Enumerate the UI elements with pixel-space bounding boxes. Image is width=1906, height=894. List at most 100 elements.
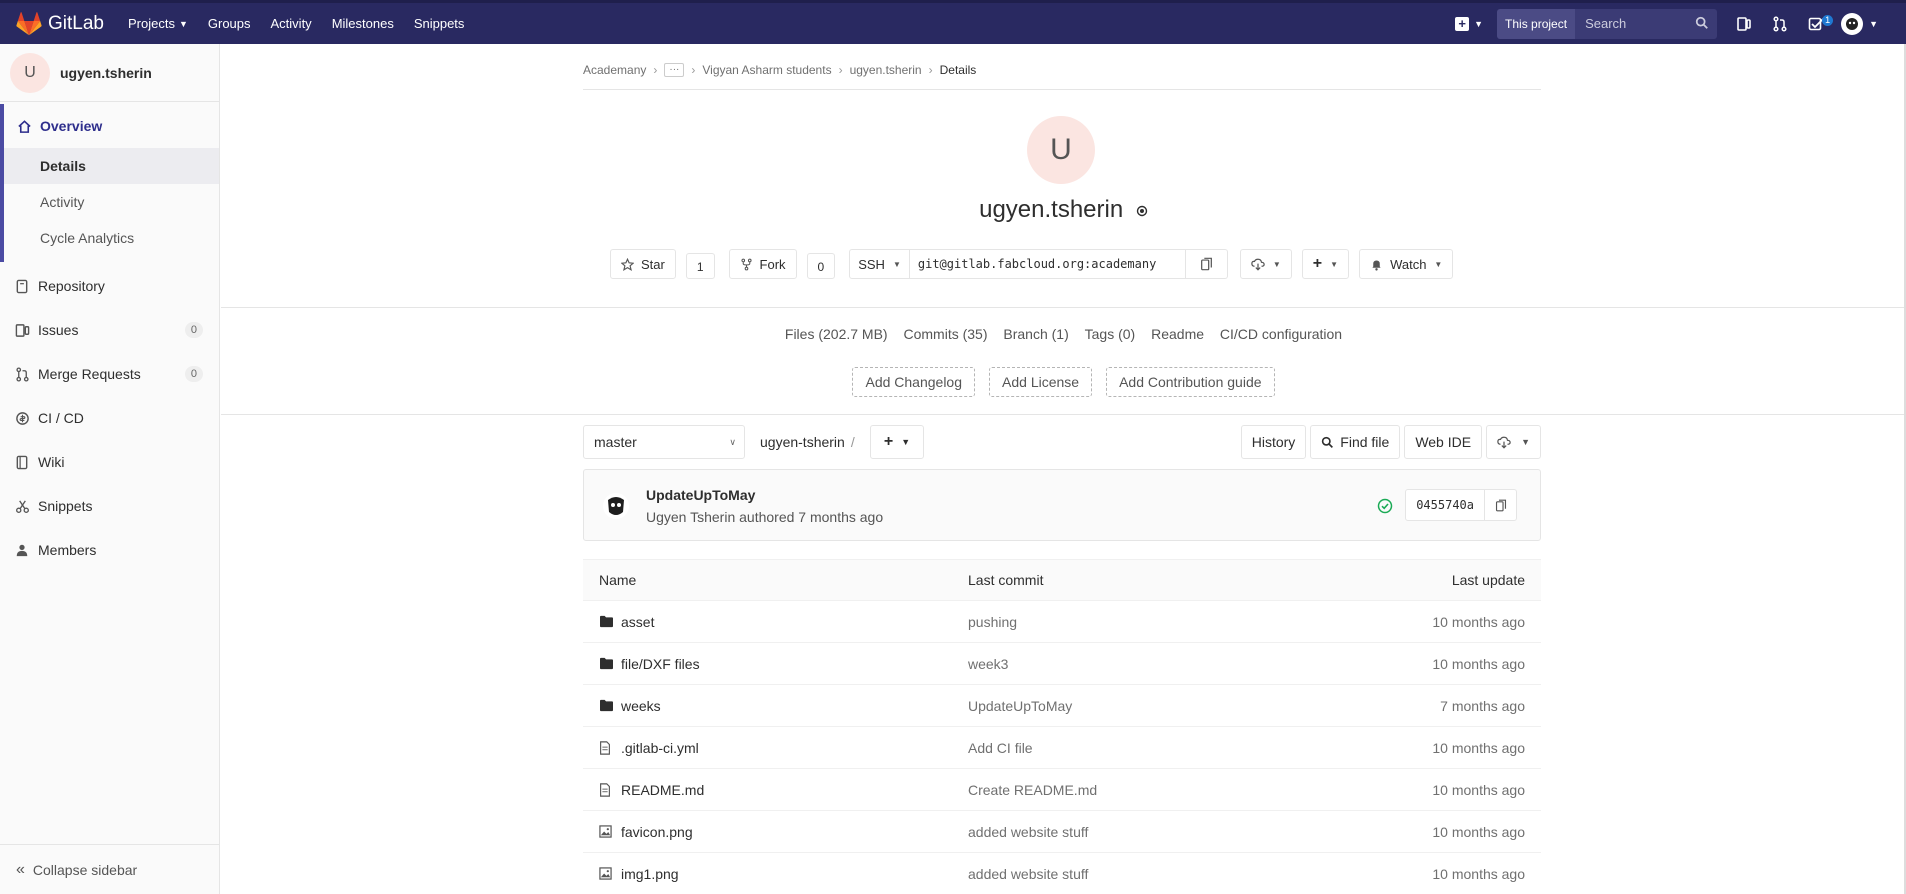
nav-milestones[interactable]: Milestones — [332, 16, 394, 31]
add-contribution-guide-button[interactable]: Add Contribution guide — [1106, 367, 1275, 397]
file-last-commit[interactable]: added website stuff — [968, 866, 1088, 882]
file-name-link[interactable]: asset — [621, 614, 654, 630]
nav-activity[interactable]: Activity — [271, 16, 312, 31]
tree-path-root[interactable]: ugyen-tsherin — [760, 434, 845, 450]
sidebar-item-merge-requests[interactable]: Merge Requests 0 — [0, 352, 219, 396]
clone-url-input[interactable]: git@gitlab.fabcloud.org:academany — [909, 249, 1186, 279]
sidebar-item-issues[interactable]: Issues 0 — [0, 308, 219, 352]
breadcrumb-link-academany[interactable]: Academany — [583, 63, 646, 77]
gitlab-home-link[interactable]: GitLab — [16, 11, 104, 36]
file-last-commit[interactable]: added website stuff — [968, 824, 1088, 840]
breadcrumb-expand-button[interactable]: ··· — [664, 62, 685, 77]
stat-commits[interactable]: Commits (35) — [903, 326, 987, 342]
watch-dropdown[interactable]: Watch ▼ — [1359, 249, 1454, 279]
stat-readme[interactable]: Readme — [1151, 326, 1204, 342]
stat-tags[interactable]: Tags (0) — [1085, 326, 1136, 342]
commit-meta: Ugyen Tsherin authored 7 months ago — [646, 509, 884, 525]
sidebar-item-wiki[interactable]: Wiki — [0, 440, 219, 484]
sidebar-subitem-details[interactable]: Details — [4, 148, 219, 184]
stat-branch[interactable]: Branch (1) — [1003, 326, 1068, 342]
file-name-link[interactable]: file/DXF files — [621, 656, 700, 672]
copy-clone-url-button[interactable] — [1185, 249, 1228, 279]
sidebar-subitem-activity[interactable]: Activity — [4, 184, 219, 220]
user-menu-dropdown[interactable]: ▼ — [1841, 12, 1878, 35]
file-name-link[interactable]: favicon.png — [621, 824, 693, 840]
search-icon — [1695, 16, 1708, 29]
file-last-commit[interactable]: pushing — [968, 614, 1017, 630]
issues-nav-button[interactable] — [1733, 13, 1755, 35]
sidebar-item-overview[interactable]: Overview — [4, 104, 219, 148]
collapse-sidebar-button[interactable]: « Collapse sidebar — [0, 844, 219, 894]
nav-snippets[interactable]: Snippets — [414, 16, 465, 31]
breadcrumb-link-group[interactable]: Vigyan Asharm students — [702, 63, 831, 77]
table-header-row: Name Last commit Last update — [583, 559, 1541, 601]
add-changelog-button[interactable]: Add Changelog — [852, 367, 976, 397]
search-input[interactable]: Search — [1575, 8, 1718, 39]
file-name-link[interactable]: README.md — [621, 782, 704, 798]
issues-count-badge: 0 — [184, 322, 203, 338]
branch-selector[interactable]: master ∨ — [583, 425, 745, 459]
add-license-button[interactable]: Add License — [989, 367, 1093, 397]
file-name-link[interactable]: .gitlab-ci.yml — [621, 740, 699, 756]
web-ide-button[interactable]: Web IDE — [1404, 425, 1483, 459]
sidebar-subitem-cycle-analytics[interactable]: Cycle Analytics — [4, 220, 219, 256]
merge-requests-nav-button[interactable] — [1769, 13, 1791, 35]
download-archive-dropdown[interactable]: ▼ — [1486, 425, 1541, 459]
breadcrumb-link-project[interactable]: ugyen.tsherin — [850, 63, 922, 77]
project-avatar-large: U — [1027, 116, 1095, 184]
download-icon — [1251, 258, 1265, 271]
file-last-commit[interactable]: week3 — [968, 656, 1008, 672]
table-row[interactable]: file/DXF files week3 10 months ago — [583, 643, 1541, 685]
file-last-commit[interactable]: UpdateUpToMay — [968, 698, 1072, 714]
file-name-link[interactable]: img1.png — [621, 866, 679, 882]
sidebar-item-repository[interactable]: Repository — [0, 264, 219, 308]
table-row[interactable]: weeks UpdateUpToMay 7 months ago — [583, 685, 1541, 727]
issues-icon — [14, 322, 30, 338]
copy-sha-button[interactable] — [1485, 489, 1517, 521]
column-header-name: Name — [599, 572, 637, 588]
find-file-button[interactable]: Find file — [1310, 425, 1401, 459]
file-last-commit[interactable]: Create README.md — [968, 782, 1097, 798]
fork-count[interactable]: 0 — [806, 253, 836, 279]
sidebar-item-snippets[interactable]: Snippets — [0, 484, 219, 528]
history-button[interactable]: History — [1240, 425, 1307, 459]
add-dropdown[interactable]: + ▼ — [1301, 249, 1350, 279]
sidebar-project-header[interactable]: U ugyen.tsherin — [0, 44, 219, 102]
add-to-tree-dropdown[interactable]: + ▼ — [870, 425, 924, 459]
commit-sha-link[interactable]: 0455740a — [1405, 489, 1485, 521]
tree-controls: master ∨ ugyen-tsherin / + ▼ History Find… — [583, 425, 1541, 459]
table-row[interactable]: .gitlab-ci.yml Add CI file 10 months ago — [583, 727, 1541, 769]
table-row[interactable]: README.md Create README.md 10 months ago — [583, 769, 1541, 811]
new-dropdown[interactable]: + ▼ — [1455, 16, 1483, 31]
stat-files[interactable]: Files (202.7 MB) — [785, 326, 888, 342]
stat-cicd-config[interactable]: CI/CD configuration — [1220, 326, 1342, 342]
commit-author-avatar[interactable] — [602, 492, 630, 520]
plus-square-icon: + — [1455, 16, 1470, 31]
merge-requests-count-badge: 0 — [184, 366, 203, 382]
file-last-commit[interactable]: Add CI file — [968, 740, 1033, 756]
sidebar-item-members[interactable]: Members — [0, 528, 219, 572]
commit-title-link[interactable]: UpdateUpToMay — [646, 487, 755, 503]
fork-button[interactable]: Fork — [728, 249, 797, 279]
table-row[interactable]: img1.png added website stuff 10 months a… — [583, 853, 1541, 894]
sidebar-item-ci-cd[interactable]: CI / CD — [0, 396, 219, 440]
file-name-cell: file/DXF files — [599, 656, 700, 672]
todos-nav-button[interactable]: 1 — [1805, 13, 1834, 35]
folder-icon — [599, 656, 615, 672]
pipeline-success-icon[interactable] — [1377, 498, 1393, 514]
nav-projects[interactable]: Projects ▼ — [128, 16, 188, 31]
search-scope-badge[interactable]: This project — [1497, 8, 1576, 39]
file-name-cell: img1.png — [599, 866, 679, 882]
nav-groups[interactable]: Groups — [208, 16, 251, 31]
download-dropdown[interactable]: ▼ — [1239, 249, 1292, 279]
star-count[interactable]: 1 — [685, 253, 715, 279]
breadcrumb-current: Details — [939, 62, 977, 77]
file-last-update: 10 months ago — [1432, 613, 1525, 630]
star-button[interactable]: Star — [610, 249, 676, 279]
project-stats: Files (202.7 MB) Commits (35) Branch (1)… — [221, 326, 1906, 342]
branch-name: master — [594, 434, 637, 450]
table-row[interactable]: favicon.png added website stuff 10 month… — [583, 811, 1541, 853]
file-name-link[interactable]: weeks — [621, 698, 661, 714]
clone-protocol-dropdown[interactable]: SSH ▼ — [849, 249, 910, 279]
table-row[interactable]: asset pushing 10 months ago — [583, 601, 1541, 643]
